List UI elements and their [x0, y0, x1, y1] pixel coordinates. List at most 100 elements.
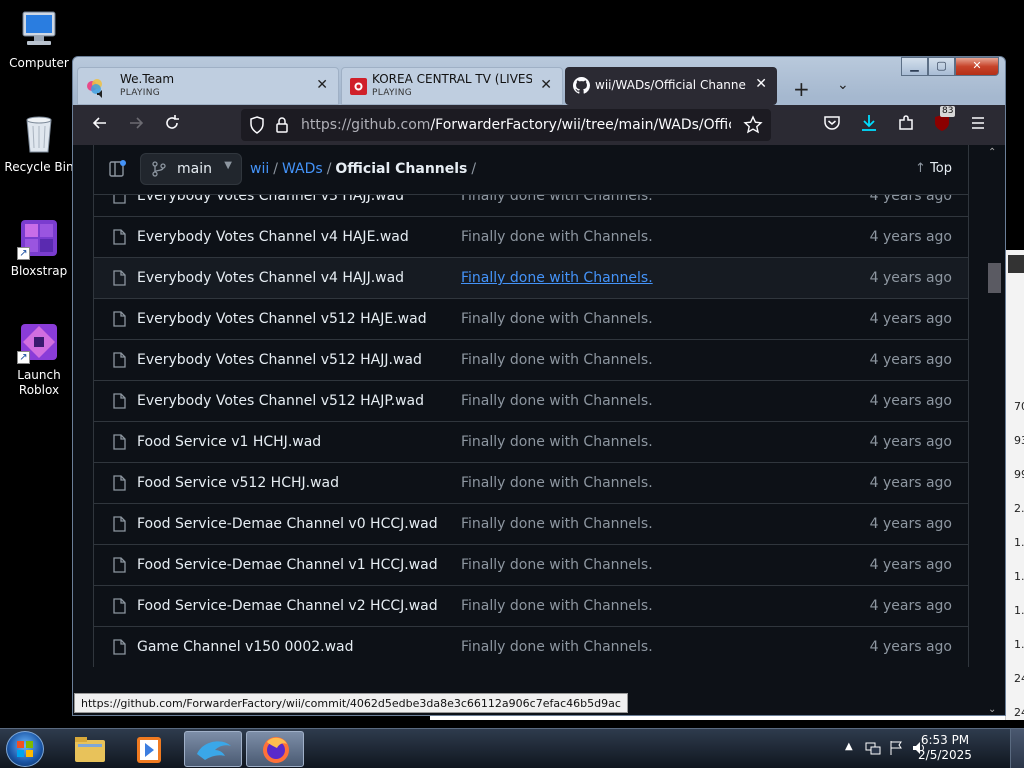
commit-message-link[interactable]: Finally done with Channels. [461, 598, 653, 614]
taskbar-firefox-button[interactable] [246, 731, 304, 767]
speaker-icon[interactable] [96, 84, 106, 98]
tab-korea-central-tv[interactable]: KOREA CENTRAL TV (LIVESTRE PLAYING ✕ [341, 67, 563, 105]
reload-icon [166, 115, 179, 129]
navigation-toolbar: https://github.com/ForwarderFactory/wii/… [73, 105, 1005, 145]
table-row[interactable]: Everybody Votes Channel v4 HAJJ.wad Final… [94, 257, 968, 298]
commit-age: 4 years ago [869, 598, 952, 614]
close-tab-icon[interactable]: ✕ [755, 76, 767, 92]
branch-name: main [177, 161, 212, 177]
file-name-link[interactable]: Everybody Votes Channel v512 HAJP.wad [137, 393, 424, 409]
file-name-link[interactable]: Everybody Votes Channel v512 HAJE.wad [137, 311, 427, 327]
file-icon [112, 270, 126, 286]
commit-message-link[interactable]: Finally done with Channels. [461, 229, 653, 245]
new-tab-button[interactable]: + [793, 77, 810, 101]
lock-icon[interactable] [275, 116, 289, 138]
forward-arrow-icon [130, 117, 144, 129]
app-menu-button[interactable] [967, 114, 989, 136]
table-row[interactable]: Everybody Votes Channel v512 HAJE.wad Fin… [94, 298, 968, 339]
forward-button[interactable] [125, 114, 147, 136]
table-row[interactable]: Everybody Votes Channel v4 HAJE.wad Final… [94, 216, 968, 257]
commit-message-link[interactable]: Finally done with Channels. [461, 352, 653, 368]
desktop-icon-label: Recycle Bin [4, 160, 74, 174]
show-hidden-icons-icon[interactable]: ▲ [845, 741, 853, 752]
commit-age: 4 years ago [869, 352, 952, 368]
vertical-scrollbar[interactable]: ⌃ ⌄ [985, 145, 1003, 715]
desktop-icon-label: Launch Roblox [17, 368, 61, 397]
pocket-button[interactable] [821, 114, 843, 136]
file-name-link[interactable]: Everybody Votes Channel v512 HAJJ.wad [137, 352, 422, 368]
background-cell: 24 [1014, 672, 1024, 685]
table-row[interactable]: Game Channel v150 0002.wad Finally done w… [94, 626, 968, 667]
commit-message-link[interactable]: Finally done with Channels. [461, 270, 653, 286]
file-icon [112, 352, 126, 368]
page-content[interactable]: Everybody Votes Channel v3 HAJE.wadFinal… [73, 145, 1005, 715]
tracking-shield-icon[interactable] [249, 116, 265, 138]
bookmark-star-icon[interactable] [743, 115, 763, 139]
side-panel-icon[interactable] [108, 160, 126, 182]
url-path: /ForwarderFactory/wii/tree/main/WADs/Off… [430, 117, 731, 133]
tab-github-wads[interactable]: wii/WADs/Official Channels at ✕ [565, 67, 777, 105]
taskbar-clock[interactable]: 6:53 PM 2/5/2025 [900, 733, 990, 763]
file-icon [112, 393, 126, 409]
file-name-link[interactable]: Food Service v512 HCHJ.wad [137, 475, 339, 491]
downloads-button[interactable] [858, 114, 880, 136]
desktop-icon-bloxstrap[interactable]: ↗ Bloxstrap [1, 216, 77, 279]
address-bar[interactable]: https://github.com/ForwarderFactory/wii/… [241, 109, 771, 141]
table-row[interactable]: Food Service-Demae Channel v0 HCCJ.wad Fi… [94, 503, 968, 544]
commit-message-link[interactable]: Finally done with Channels. [461, 557, 653, 573]
clock-date: 2/5/2025 [918, 748, 972, 762]
branch-select-button[interactable]: main ▼ [140, 153, 242, 185]
scroll-up-chevron-icon[interactable]: ⌃ [988, 147, 996, 158]
commit-message-link[interactable]: Finally done with Channels. [461, 434, 653, 450]
desktop-icon-launch-roblox[interactable]: ↗ Launch Roblox [1, 320, 77, 398]
file-name-link[interactable]: Food Service v1 HCHJ.wad [137, 434, 321, 450]
desktop-icon-recycle-bin[interactable]: Recycle Bin [1, 112, 77, 175]
commit-age: 4 years ago [869, 639, 952, 655]
close-tab-icon[interactable]: ✕ [316, 77, 328, 93]
commit-message-link[interactable]: Finally done with Channels. [461, 393, 653, 409]
scroll-down-chevron-icon[interactable]: ⌄ [988, 704, 996, 715]
desktop-icon-computer[interactable]: Computer [1, 8, 77, 71]
table-row[interactable]: Food Service-Demae Channel v1 HCCJ.wad Fi… [94, 544, 968, 585]
file-name-link[interactable]: Everybody Votes Channel v4 HAJE.wad [137, 229, 409, 245]
top-button[interactable]: ↑ Top [915, 161, 952, 176]
scrollbar-thumb[interactable] [988, 263, 1001, 293]
back-button[interactable] [89, 114, 111, 136]
table-row[interactable]: Food Service v512 HCHJ.wad Finally done w… [94, 462, 968, 503]
tab-weteam[interactable]: We.Team PLAYING ✕ [77, 67, 339, 105]
file-name-link[interactable]: Game Channel v150 0002.wad [137, 639, 354, 655]
commit-age: 4 years ago [869, 516, 952, 532]
list-all-tabs-chevron-icon[interactable]: ⌄ [837, 77, 849, 93]
file-name-link[interactable]: Food Service-Demae Channel v1 HCCJ.wad [137, 557, 438, 573]
breadcrumb-link-wads[interactable]: WADs [282, 161, 323, 177]
close-tab-icon[interactable]: ✕ [540, 77, 552, 93]
background-window-toolbar [1008, 255, 1024, 273]
table-row[interactable]: Food Service-Demae Channel v2 HCCJ.wad Fi… [94, 585, 968, 626]
reload-button[interactable] [161, 114, 183, 136]
commit-message-link[interactable]: Finally done with Channels. [461, 516, 653, 532]
file-name-link[interactable]: Food Service-Demae Channel v0 HCCJ.wad [137, 516, 438, 532]
file-icon [112, 475, 126, 491]
url-text[interactable]: https://github.com/ForwarderFactory/wii/… [301, 117, 731, 133]
commit-message-link[interactable]: Finally done with Channels. [461, 475, 653, 491]
start-button[interactable] [6, 731, 44, 767]
ublock-extension-button[interactable]: 83 [931, 106, 956, 136]
commit-message-link[interactable]: Finally done with Channels. [461, 639, 653, 655]
file-name-link[interactable]: Everybody Votes Channel v4 HAJJ.wad [137, 270, 404, 286]
commit-message-link[interactable]: Finally done with Channels. [461, 311, 653, 327]
taskbar-dolphin-button[interactable] [184, 731, 242, 767]
file-name-link[interactable]: Food Service-Demae Channel v2 HCCJ.wad [137, 598, 438, 614]
github-favicon-icon [573, 77, 590, 94]
show-desktop-button[interactable] [1010, 729, 1024, 768]
table-row[interactable]: Everybody Votes Channel v512 HAJP.wad Fin… [94, 380, 968, 421]
taskbar-explorer-button[interactable] [60, 731, 118, 767]
link-status-tooltip: https://github.com/ForwarderFactory/wii/… [74, 693, 628, 713]
background-cell: 1. [1014, 536, 1024, 549]
table-row[interactable]: Everybody Votes Channel v512 HAJJ.wad Fin… [94, 339, 968, 380]
taskbar-media-player-button[interactable] [120, 731, 178, 767]
network-icon[interactable] [865, 740, 881, 759]
table-row[interactable]: Food Service v1 HCHJ.wad Finally done wit… [94, 421, 968, 462]
breadcrumb-separator: / [471, 161, 477, 177]
extensions-button[interactable] [895, 114, 917, 136]
breadcrumb-link-wii[interactable]: wii [250, 161, 269, 177]
